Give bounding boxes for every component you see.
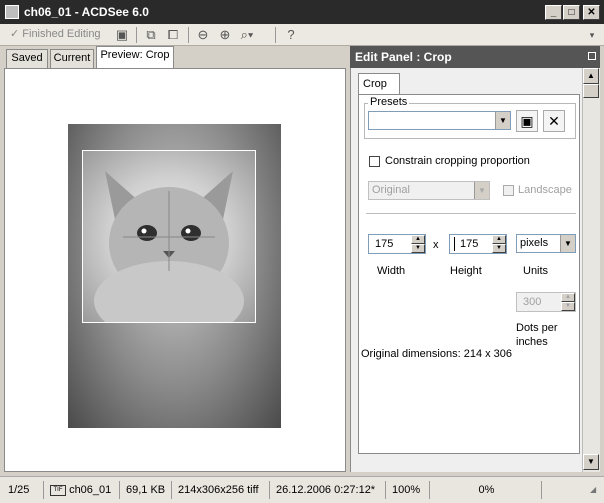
title-bar: ch06_01 - ACDSee 6.0 _ □ ✕ xyxy=(0,0,604,24)
status-format: 214x306x256 tiff xyxy=(174,481,270,499)
spin-up-icon[interactable]: ▲ xyxy=(411,235,425,244)
chevron-down-icon[interactable]: ▼ xyxy=(474,182,489,199)
tiff-icon: TIF xyxy=(50,484,66,496)
tab-preview-crop[interactable]: Preview: Crop xyxy=(96,46,174,69)
landscape-checkbox[interactable] xyxy=(503,185,514,196)
toolbar-separator xyxy=(136,27,137,43)
delete-preset-icon[interactable]: ✕ xyxy=(543,110,565,132)
original-dimensions: Original dimensions: 214 x 306 xyxy=(361,348,513,360)
toolbar: ✓ Finished Editing ▣ ⧉ ⧠ ⊖ ⊕ ⌕▾ ? ▾ xyxy=(0,24,604,46)
toolbar-separator xyxy=(188,27,189,43)
tab-saved[interactable]: Saved xyxy=(6,49,48,68)
status-filesize: 69,1 KB xyxy=(122,481,172,499)
scroll-thumb[interactable] xyxy=(583,84,599,98)
status-filename: ch06_01 xyxy=(69,484,112,496)
resize-grip-icon[interactable]: ◢ xyxy=(590,485,596,494)
pin-icon[interactable] xyxy=(588,52,596,60)
status-zoom: 100% xyxy=(388,481,430,499)
panel-scrollbar[interactable]: ▲ ▼ xyxy=(582,68,600,472)
finished-editing-label: Finished Editing xyxy=(22,28,101,40)
zoom-in-icon[interactable]: ⊕ xyxy=(217,27,233,43)
zoom-menu-icon[interactable]: ⌕▾ xyxy=(239,27,255,43)
dpi-input[interactable]: 300 ▲ ▼ xyxy=(516,292,576,312)
window-title: ch06_01 - ACDSee 6.0 xyxy=(24,5,149,19)
edit-panel-title-bar: Edit Panel : Crop xyxy=(350,46,600,68)
tab-crop[interactable]: Crop xyxy=(358,73,400,95)
crop-selection[interactable] xyxy=(82,150,256,323)
edit-panel-title: Edit Panel : Crop xyxy=(355,50,452,64)
close-button[interactable]: ✕ xyxy=(583,5,600,20)
save-preset-icon[interactable]: ▣ xyxy=(516,110,538,132)
minimize-button[interactable]: _ xyxy=(545,5,562,20)
units-dropdown[interactable]: pixels ▼ xyxy=(516,234,576,253)
height-input[interactable]: 175 ▲ ▼ xyxy=(449,234,507,254)
finished-editing-button[interactable]: ✓ Finished Editing xyxy=(10,27,101,40)
presets-label: Presets xyxy=(368,96,410,108)
kitten-image xyxy=(94,171,244,322)
spin-up-icon[interactable]: ▲ xyxy=(492,235,506,244)
times-label: x xyxy=(433,239,439,251)
zoom-out-icon[interactable]: ⊖ xyxy=(195,27,211,43)
height-label: Height xyxy=(450,265,482,277)
spin-down-icon[interactable]: ▼ xyxy=(411,244,425,253)
help-icon[interactable]: ? xyxy=(283,27,299,43)
image-view-icon[interactable]: ⧠ xyxy=(165,27,181,43)
status-index: 1/25 xyxy=(4,481,44,499)
chevron-down-icon[interactable]: ▼ xyxy=(495,112,510,129)
constrain-checkbox[interactable] xyxy=(369,156,380,167)
spin-down-icon[interactable]: ▼ xyxy=(492,244,506,253)
divider xyxy=(366,213,576,214)
new-image-icon[interactable]: ⧉ xyxy=(143,27,159,43)
presets-dropdown[interactable]: ▼ xyxy=(368,111,511,130)
status-datetime: 26.12.2006 0:27:12* xyxy=(272,481,386,499)
dpi-label-line1: Dots per xyxy=(516,322,558,334)
toolbar-overflow-icon[interactable]: ▾ xyxy=(584,27,600,43)
tab-current[interactable]: Current xyxy=(50,49,94,68)
units-label: Units xyxy=(523,265,549,277)
width-input[interactable]: 175 ▲ ▼ xyxy=(368,234,426,254)
dpi-label-line2: inches xyxy=(516,336,548,348)
status-bar: 1/25 TIF ch06_01 69,1 KB 214x306x256 tif… xyxy=(0,476,604,503)
width-label: Width xyxy=(377,265,406,277)
scroll-up-icon[interactable]: ▲ xyxy=(583,68,599,84)
check-icon: ✓ xyxy=(10,28,20,40)
status-progress: 0% xyxy=(432,481,542,499)
maximize-button[interactable]: □ xyxy=(563,5,580,20)
constrain-label: Constrain cropping proportion xyxy=(385,155,530,167)
status-filename-cell: TIF ch06_01 xyxy=(46,481,120,499)
text-cursor xyxy=(454,237,455,251)
landscape-label: Landscape xyxy=(518,184,572,196)
spin-down-icon[interactable]: ▼ xyxy=(561,302,575,311)
scroll-down-icon[interactable]: ▼ xyxy=(583,454,599,470)
spin-up-icon[interactable]: ▲ xyxy=(561,293,575,302)
app-icon xyxy=(5,5,19,19)
chevron-down-icon[interactable]: ▼ xyxy=(560,235,575,252)
save-icon[interactable]: ▣ xyxy=(114,27,130,43)
proportion-dropdown[interactable]: Original ▼ xyxy=(368,181,490,200)
toolbar-separator xyxy=(275,27,276,43)
